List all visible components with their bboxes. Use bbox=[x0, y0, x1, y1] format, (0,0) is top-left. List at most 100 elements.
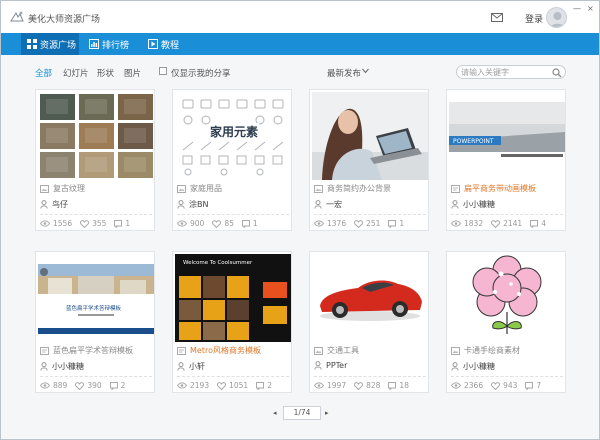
card-title: 交通工具 bbox=[327, 346, 359, 355]
card-title: 商务简约办公背景 bbox=[327, 184, 391, 193]
card-title-row[interactable]: 复古纹理 bbox=[40, 183, 85, 194]
resource-card[interactable]: 商务简约办公背景 一宏 1376 251 1 bbox=[309, 89, 429, 231]
card-author: 涂BN bbox=[189, 200, 209, 209]
card-title-row[interactable]: 扁平商务带动画模板 bbox=[451, 183, 536, 194]
prev-page-button[interactable]: ◂ bbox=[273, 409, 277, 417]
like-count[interactable]: 390 bbox=[75, 381, 102, 390]
view-count: 889 bbox=[40, 381, 67, 390]
user-icon bbox=[314, 361, 322, 370]
card-author-row[interactable]: 小小糠糖 bbox=[451, 361, 495, 372]
comment-count[interactable]: 2 bbox=[109, 381, 125, 390]
comment-icon[interactable] bbox=[241, 219, 250, 228]
like-count[interactable]: 355 bbox=[80, 219, 106, 228]
like-count[interactable]: 251 bbox=[354, 219, 380, 228]
card-thumbnail[interactable] bbox=[312, 92, 428, 180]
avatar[interactable] bbox=[546, 7, 567, 28]
like-count[interactable]: 943 bbox=[491, 381, 517, 390]
resource-card[interactable]: POWERPOINT 扁平商务带动画模板 小小糠糖 1832 2141 4 bbox=[446, 89, 566, 231]
comment-count[interactable]: 7 bbox=[525, 381, 541, 390]
sort-dropdown[interactable]: 最新发布 bbox=[327, 67, 361, 79]
card-thumbnail[interactable] bbox=[312, 254, 428, 342]
card-thumbnail[interactable]: Welcome To Coolsummer bbox=[175, 254, 291, 342]
pink-flower-thumbnail bbox=[449, 254, 565, 342]
next-page-button[interactable]: ▸ bbox=[325, 409, 329, 417]
comment-count[interactable]: 1 bbox=[388, 219, 404, 228]
card-thumbnail[interactable]: POWERPOINT bbox=[449, 92, 565, 180]
mail-icon[interactable] bbox=[491, 13, 503, 22]
card-divider bbox=[177, 214, 289, 215]
comment-icon[interactable] bbox=[530, 219, 539, 228]
resource-card[interactable]: 蓝色扁平学术答辩模板 蓝色扁平学术答辩模板 小小糠糖 889 390 2 bbox=[35, 251, 155, 393]
heart-icon[interactable] bbox=[80, 219, 90, 228]
card-author-row[interactable]: 鸟仔 bbox=[40, 199, 68, 210]
heart-icon[interactable] bbox=[491, 219, 501, 228]
card-title: 扁平商务带动画模板 bbox=[464, 184, 536, 193]
minimize-button[interactable]: — bbox=[573, 4, 581, 13]
card-thumbnail[interactable] bbox=[449, 254, 565, 342]
comment-count[interactable]: 1 bbox=[241, 219, 258, 228]
card-author-row[interactable]: 涂BN bbox=[177, 199, 208, 210]
red-car-thumbnail bbox=[312, 254, 428, 342]
page-indicator[interactable]: 1/74 bbox=[283, 406, 321, 420]
tab-tutorial[interactable]: 教程 bbox=[148, 33, 188, 55]
login-link[interactable]: 登录 bbox=[525, 12, 543, 25]
filter-images[interactable]: 图片 bbox=[124, 67, 141, 79]
title-bar: 美化大师资源广场 登录 — × bbox=[1, 1, 599, 33]
comment-icon[interactable] bbox=[388, 219, 397, 228]
card-author-row[interactable]: 一宏 bbox=[314, 199, 342, 210]
resource-card[interactable]: 复古纹理 鸟仔 1556 355 1 bbox=[35, 89, 155, 231]
heart-icon[interactable] bbox=[212, 219, 222, 228]
comment-icon[interactable] bbox=[109, 381, 118, 390]
card-divider bbox=[451, 376, 563, 377]
heart-icon[interactable] bbox=[354, 381, 364, 390]
card-author-row[interactable]: 小小糠糖 bbox=[40, 361, 84, 372]
heart-icon[interactable] bbox=[217, 381, 227, 390]
resource-card[interactable]: 交通工具 PPTer 1997 828 18 bbox=[309, 251, 429, 393]
tab-resource-square[interactable]: 资源广场 bbox=[21, 33, 79, 55]
card-title-row[interactable]: 卡通手绘商素材 bbox=[451, 345, 520, 356]
card-author-row[interactable]: PPTer bbox=[314, 361, 347, 370]
close-button[interactable]: × bbox=[587, 4, 594, 13]
grid-icon bbox=[27, 39, 37, 49]
view-count: 1556 bbox=[40, 219, 72, 228]
resource-card[interactable]: Welcome To Coolsummer Metro风格商务模板 小轩 219… bbox=[172, 251, 292, 393]
card-author: PPTer bbox=[326, 361, 348, 370]
filter-slides[interactable]: 幻灯片 bbox=[63, 67, 89, 79]
like-count[interactable]: 85 bbox=[212, 219, 234, 228]
tab-ranking[interactable]: 排行榜 bbox=[89, 33, 141, 55]
search-input[interactable] bbox=[461, 67, 549, 78]
card-thumbnail[interactable] bbox=[38, 92, 154, 180]
thumbnail-overlay-text: 家用元素 bbox=[209, 123, 260, 140]
filter-all[interactable]: 全部 bbox=[35, 67, 52, 79]
card-thumbnail[interactable]: 蓝色扁平学术答辩模板 bbox=[38, 254, 154, 342]
comment-count[interactable]: 4 bbox=[530, 219, 546, 228]
resource-card[interactable]: 家用元素 家庭用品 涂BN 900 85 1 bbox=[172, 89, 292, 231]
comment-count[interactable]: 2 bbox=[256, 381, 272, 390]
like-count[interactable]: 2141 bbox=[491, 219, 522, 228]
card-title-row[interactable]: 家庭用品 bbox=[177, 183, 222, 194]
comment-count[interactable]: 1 bbox=[114, 219, 130, 228]
card-title-row[interactable]: Metro风格商务模板 bbox=[177, 345, 261, 356]
comment-icon[interactable] bbox=[256, 381, 265, 390]
card-title-row[interactable]: 商务简约办公背景 bbox=[314, 183, 391, 194]
only-mine-checkbox[interactable] bbox=[159, 67, 167, 75]
comment-icon[interactable] bbox=[525, 381, 534, 390]
heart-icon[interactable] bbox=[354, 219, 364, 228]
like-count[interactable]: 1051 bbox=[217, 381, 248, 390]
like-count[interactable]: 828 bbox=[354, 381, 380, 390]
heart-icon[interactable] bbox=[491, 381, 501, 390]
search-icon[interactable] bbox=[552, 68, 562, 78]
card-title: 家庭用品 bbox=[190, 184, 222, 193]
heart-icon[interactable] bbox=[75, 381, 85, 390]
card-author-row[interactable]: 小轩 bbox=[177, 361, 205, 372]
card-stats: 1556 355 1 bbox=[40, 219, 138, 228]
filter-shapes[interactable]: 形状 bbox=[97, 67, 114, 79]
comment-icon[interactable] bbox=[114, 219, 123, 228]
comment-count[interactable]: 18 bbox=[388, 381, 409, 390]
comment-icon[interactable] bbox=[388, 381, 397, 390]
card-title-row[interactable]: 交通工具 bbox=[314, 345, 359, 356]
chevron-down-icon[interactable] bbox=[362, 68, 369, 74]
card-title-row[interactable]: 蓝色扁平学术答辩模板 bbox=[40, 345, 133, 356]
card-author-row[interactable]: 小小糠糖 bbox=[451, 199, 495, 210]
resource-card[interactable]: 卡通手绘商素材 小小糠糖 2366 943 7 bbox=[446, 251, 566, 393]
